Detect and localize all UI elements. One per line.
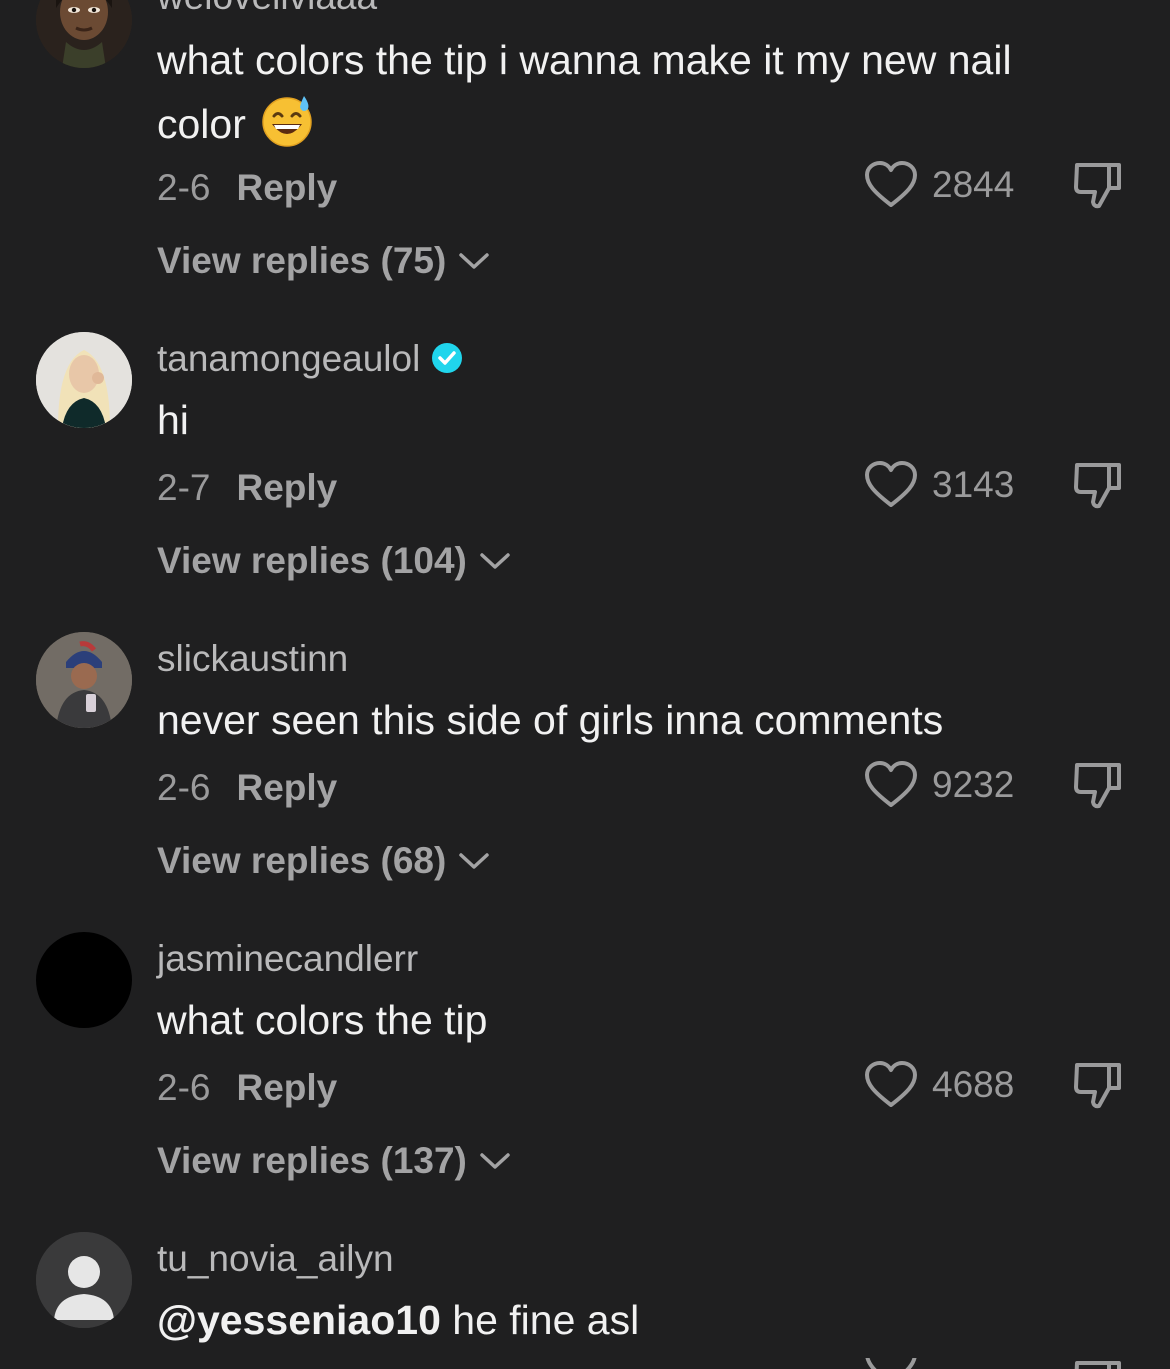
username[interactable]: slickaustinn: [157, 640, 348, 677]
comment-meta: 2-6 Reply: [157, 1069, 337, 1106]
comment-meta: 2-6 Reply: [157, 769, 337, 806]
avatar[interactable]: [36, 1232, 132, 1328]
like-button[interactable]: 4688: [864, 1060, 1014, 1110]
avatar-photo-icon: [36, 632, 132, 728]
heart-icon: [865, 1061, 917, 1107]
avatar[interactable]: [36, 332, 132, 428]
avatar[interactable]: [36, 632, 132, 728]
heart-icon: [865, 761, 917, 807]
thumbs-down-icon: [1074, 1361, 1121, 1369]
avatar[interactable]: [36, 0, 132, 68]
username[interactable]: jasminecandlerr: [157, 940, 418, 977]
dislike-button[interactable]: [1073, 1060, 1123, 1115]
comment-text: hi: [157, 397, 189, 443]
reply-button[interactable]: Reply: [236, 1067, 337, 1108]
comment-text: what colors the tip: [157, 997, 488, 1043]
avatar-photo-icon: [36, 332, 132, 428]
comment-text: @yesseniao10 he fine asl: [157, 1297, 640, 1343]
comment-text: never seen this side of girls inna comme…: [157, 697, 944, 743]
avatar-cartoon-icon: [36, 0, 132, 68]
reply-button[interactable]: Reply: [236, 767, 337, 808]
avatar[interactable]: [36, 932, 132, 1028]
comment-date: 2-6: [157, 1067, 211, 1108]
like-button[interactable]: 3143: [864, 460, 1014, 510]
view-replies-button[interactable]: View replies (104): [157, 542, 511, 579]
dislike-button[interactable]: [1073, 160, 1123, 215]
view-replies-button[interactable]: View replies (75): [157, 242, 490, 279]
comment-date: 2-6: [157, 767, 211, 808]
dislike-button[interactable]: [1073, 760, 1123, 815]
thumbs-down-icon: [1074, 463, 1121, 509]
chevron-down-icon: [459, 852, 490, 869]
like-count: 4688: [932, 1064, 1015, 1105]
dislike-button[interactable]: [1073, 460, 1123, 515]
comment-date: 2-7: [157, 467, 211, 508]
username[interactable]: weloveilviaaa: [157, 0, 377, 15]
like-button[interactable]: 2844: [864, 160, 1014, 210]
chevron-down-icon: [459, 252, 490, 269]
view-replies-button[interactable]: View replies (68): [157, 842, 490, 879]
reply-button[interactable]: Reply: [236, 467, 337, 508]
like-count: 3143: [932, 464, 1015, 505]
chevron-down-icon: [480, 552, 510, 569]
heart-icon: [865, 161, 917, 207]
view-replies-button[interactable]: View replies (137): [157, 1142, 511, 1179]
heart-icon: [865, 461, 917, 507]
reply-button[interactable]: Reply: [236, 167, 337, 208]
comment-meta: 2-7 Reply: [157, 469, 337, 506]
dislike-button[interactable]: [1073, 1358, 1123, 1369]
default-user-icon: [36, 1232, 132, 1328]
comment-date: 2-6: [157, 167, 211, 208]
thumbs-down-icon: [1074, 1063, 1121, 1109]
heart-icon: [865, 1358, 917, 1369]
username[interactable]: tu_novia_ailyn: [157, 1240, 394, 1277]
comment-meta: 2-6 Reply: [157, 169, 337, 206]
thumbs-down-icon: [1074, 763, 1121, 809]
mention-link[interactable]: @yesseniao10: [157, 1297, 441, 1343]
like-count: 2844: [932, 164, 1015, 205]
comment-text: what colors the tip i wanna make it my n…: [157, 28, 1037, 166]
chevron-down-icon: [480, 1152, 510, 1169]
verified-badge-icon: [432, 343, 463, 373]
like-count: 9232: [932, 764, 1015, 805]
username[interactable]: tanamongeaulol: [157, 340, 464, 377]
like-button[interactable]: 9232: [864, 760, 1014, 810]
like-button[interactable]: [864, 1358, 918, 1369]
grinning-sweat-emoji-icon: [260, 94, 314, 166]
thumbs-down-icon: [1074, 163, 1121, 209]
